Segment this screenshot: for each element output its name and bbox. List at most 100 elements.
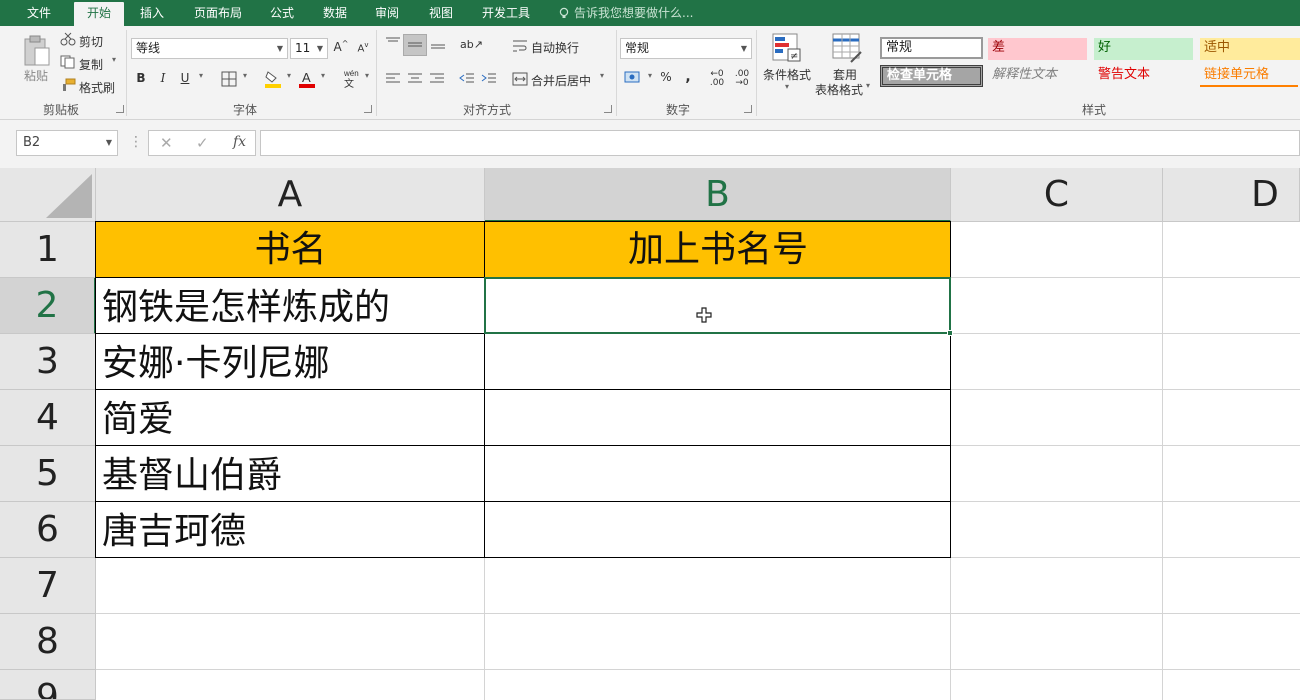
align-left-icon[interactable] — [385, 72, 401, 86]
align-center-icon[interactable] — [407, 72, 423, 86]
cell-b1[interactable]: 加上书名号 — [485, 222, 951, 278]
format-as-table-icon[interactable] — [831, 32, 863, 66]
font-size-select[interactable]: 11 ▼ — [290, 38, 328, 59]
row-header-7[interactable]: 7 — [0, 558, 96, 614]
tab-developer[interactable]: 开发工具 — [472, 0, 540, 26]
row-header-5[interactable]: 5 — [0, 446, 96, 502]
align-bottom-icon[interactable] — [430, 36, 446, 50]
tell-me-search[interactable]: 告诉我您想要做什么... — [558, 0, 693, 26]
increase-font-icon[interactable]: A^ — [333, 39, 349, 54]
cell-a6[interactable]: 唐吉珂德 — [102, 504, 482, 560]
style-warning[interactable]: 警告文本 — [1094, 65, 1193, 87]
decrease-decimal-icon[interactable]: .00 →0 — [732, 70, 752, 88]
fill-handle[interactable] — [947, 330, 953, 336]
conditional-dropdown-icon[interactable]: ▾ — [785, 82, 789, 91]
comma-style-icon[interactable]: , — [680, 69, 696, 85]
style-check-cell[interactable]: 检查单元格 — [880, 65, 983, 87]
italic-icon[interactable]: I — [156, 71, 170, 85]
align-middle-button[interactable] — [403, 34, 427, 56]
font-color-dropdown-icon[interactable]: ▾ — [318, 71, 328, 80]
align-top-icon[interactable] — [385, 36, 401, 50]
style-bad[interactable]: 差 — [988, 38, 1087, 60]
fill-color-dropdown-icon[interactable]: ▾ — [284, 71, 294, 80]
column-header-c[interactable]: C — [951, 168, 1163, 222]
column-header-a[interactable]: A — [96, 168, 485, 222]
cell-a2[interactable]: 钢铁是怎样炼成的 — [102, 280, 482, 336]
style-linked-cell[interactable]: 链接单元格 — [1200, 65, 1298, 87]
row-header-2[interactable]: 2 — [0, 278, 96, 334]
tab-insert[interactable]: 插入 — [128, 0, 176, 26]
worksheet-grid[interactable]: A B C D 1 2 3 4 5 6 7 8 9 书名 加上书名号 钢铁是怎样… — [0, 168, 1300, 700]
tab-data[interactable]: 数据 — [312, 0, 358, 26]
cell-b3[interactable] — [486, 335, 949, 389]
row-header-8[interactable]: 8 — [0, 614, 96, 670]
copy-button[interactable]: 复制 — [79, 56, 103, 73]
cell-a4[interactable]: 简爱 — [102, 392, 482, 448]
tab-file[interactable]: 文件 — [14, 0, 64, 26]
cell-b6[interactable] — [486, 503, 949, 557]
insert-function-icon[interactable]: fx — [233, 134, 246, 150]
merge-center-button[interactable]: 合并后居中 — [531, 72, 591, 89]
row-header-3[interactable]: 3 — [0, 334, 96, 390]
cell-b4[interactable] — [486, 391, 949, 445]
paste-icon[interactable] — [22, 34, 52, 68]
decrease-font-icon[interactable]: Av — [356, 41, 370, 54]
row-header-9[interactable]: 9 — [0, 670, 96, 700]
paste-button[interactable]: 粘贴 — [24, 67, 48, 84]
font-name-select[interactable]: 等线 ▼ — [131, 38, 288, 59]
name-box[interactable]: B2 ▼ — [16, 130, 118, 156]
conditional-formatting-icon[interactable]: ≠ — [771, 32, 803, 66]
cell-a1[interactable]: 书名 — [96, 222, 485, 278]
clipboard-launcher-icon[interactable] — [116, 105, 124, 113]
font-launcher-icon[interactable] — [364, 105, 372, 113]
select-all-button[interactable] — [0, 168, 96, 222]
cell-b5[interactable] — [486, 447, 949, 501]
alignment-launcher-icon[interactable] — [604, 105, 612, 113]
format-painter-button[interactable]: 格式刷 — [79, 79, 115, 96]
tab-formulas[interactable]: 公式 — [260, 0, 304, 26]
cell-a5[interactable]: 基督山伯爵 — [102, 448, 482, 504]
format-table-dropdown-icon[interactable]: ▾ — [866, 81, 870, 90]
number-format-select[interactable]: 常规 ▼ — [620, 38, 752, 59]
increase-decimal-icon[interactable]: ←0.00 — [707, 70, 727, 88]
underline-icon[interactable]: U — [178, 71, 192, 85]
percent-style-button[interactable]: % — [659, 70, 673, 84]
font-color-icon[interactable]: A — [298, 69, 316, 89]
copy-dropdown-icon[interactable]: ▾ — [112, 55, 116, 64]
tab-review[interactable]: 审阅 — [364, 0, 410, 26]
increase-indent-icon[interactable] — [481, 72, 497, 86]
enter-icon[interactable]: ✓ — [196, 134, 209, 152]
fill-color-icon[interactable] — [264, 69, 282, 89]
accounting-format-icon[interactable] — [624, 70, 642, 86]
phonetic-icon[interactable]: wén文 — [341, 68, 359, 88]
conditional-formatting-button[interactable]: 条件格式 — [763, 66, 811, 83]
tab-home[interactable]: 开始 — [74, 2, 124, 26]
borders-dropdown-icon[interactable]: ▾ — [240, 71, 250, 80]
row-header-1[interactable]: 1 — [0, 222, 96, 278]
bold-icon[interactable]: B — [134, 71, 148, 85]
cell-a3[interactable]: 安娜·卡列尼娜 — [102, 336, 482, 392]
accounting-dropdown-icon[interactable]: ▾ — [645, 71, 655, 80]
phonetic-dropdown-icon[interactable]: ▾ — [362, 71, 372, 80]
borders-icon[interactable] — [221, 71, 237, 87]
wrap-text-button[interactable]: 自动换行 — [531, 39, 579, 56]
style-neutral[interactable]: 适中 — [1200, 38, 1300, 60]
align-right-icon[interactable] — [429, 72, 445, 86]
column-header-b[interactable]: B — [485, 168, 951, 222]
column-header-d[interactable]: D — [1163, 168, 1300, 222]
cancel-icon[interactable]: ✕ — [160, 134, 173, 152]
tab-page-layout[interactable]: 页面布局 — [182, 0, 254, 26]
format-as-table-label-2[interactable]: 表格格式 — [815, 81, 863, 98]
tab-view[interactable]: 视图 — [418, 0, 464, 26]
number-launcher-icon[interactable] — [744, 105, 752, 113]
merge-dropdown-icon[interactable]: ▾ — [600, 71, 604, 80]
orientation-icon[interactable]: ab↗ — [460, 38, 483, 51]
style-normal[interactable]: 常规 — [880, 37, 983, 59]
row-header-4[interactable]: 4 — [0, 390, 96, 446]
row-header-6[interactable]: 6 — [0, 502, 96, 558]
cut-button[interactable]: 剪切 — [79, 33, 103, 50]
decrease-indent-icon[interactable] — [459, 72, 475, 86]
formula-input[interactable] — [260, 130, 1300, 156]
style-good[interactable]: 好 — [1094, 38, 1193, 60]
style-explanatory[interactable]: 解释性文本 — [988, 65, 1087, 87]
